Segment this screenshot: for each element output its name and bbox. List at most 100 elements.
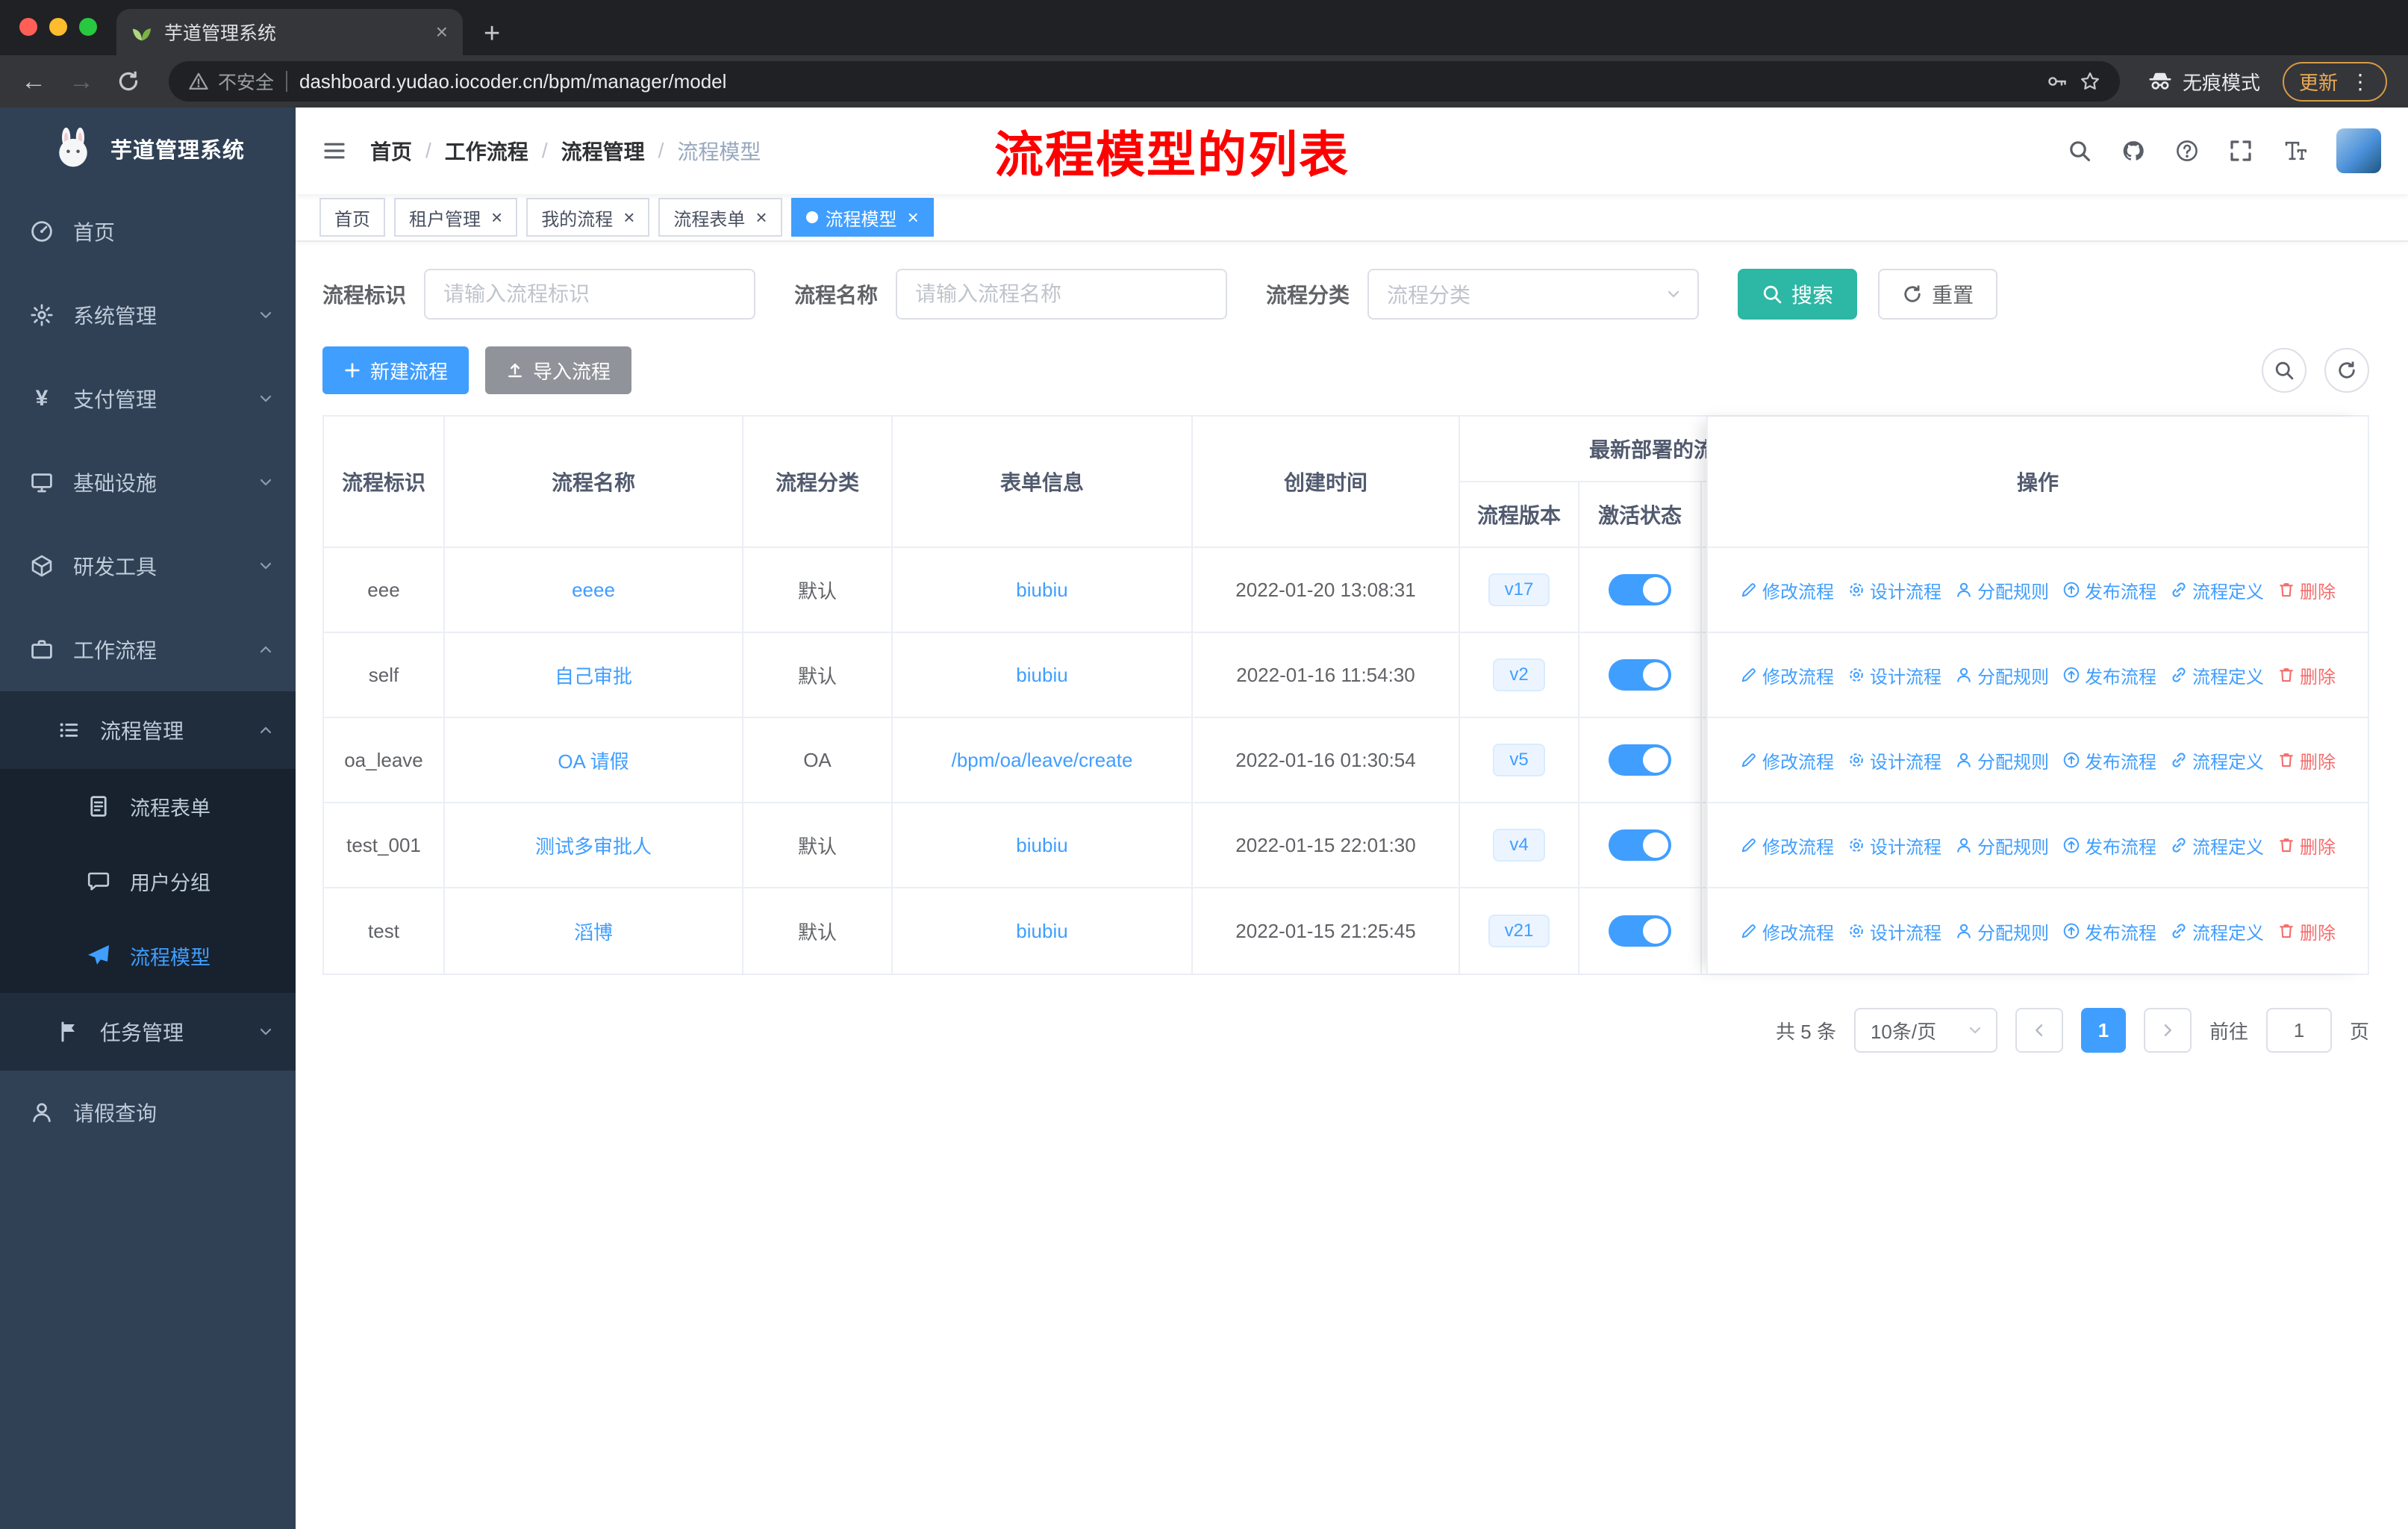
action-delete[interactable]: 删除 xyxy=(2277,747,2336,773)
browser-menu-icon[interactable]: ⋮ xyxy=(2350,69,2371,94)
chrome-update-button[interactable]: 更新 ⋮ xyxy=(2282,61,2387,102)
import-process-button[interactable]: 导入流程 xyxy=(485,346,632,394)
process-name-link[interactable]: 测试多审批人 xyxy=(535,832,652,859)
close-icon[interactable]: × xyxy=(908,208,919,227)
action-design[interactable]: 设计流程 xyxy=(1847,747,1941,773)
sidebar-item-system[interactable]: 系统管理 xyxy=(0,273,296,357)
action-delete[interactable]: 删除 xyxy=(2277,832,2336,859)
sidebar-item-task-management[interactable]: 任务管理 xyxy=(0,993,296,1071)
version-badge[interactable]: v4 xyxy=(1493,829,1545,862)
github-icon[interactable] xyxy=(2121,139,2145,163)
action-definition[interactable]: 流程定义 xyxy=(2170,918,2264,944)
goto-page-input[interactable] xyxy=(2265,1008,2332,1053)
sidebar-item-process-form[interactable]: 流程表单 xyxy=(0,769,296,844)
tag-process-form[interactable]: 流程表单 × xyxy=(658,198,782,237)
form-link[interactable]: biubiu xyxy=(1016,834,1067,857)
hamburger-icon[interactable] xyxy=(322,139,346,163)
sidebar-item-payment[interactable]: ¥ 支付管理 xyxy=(0,357,296,440)
reload-icon[interactable] xyxy=(116,69,140,93)
form-link[interactable]: biubiu xyxy=(1016,664,1067,687)
action-assign[interactable]: 分配规则 xyxy=(1955,918,2049,944)
action-edit[interactable]: 修改流程 xyxy=(1740,918,1834,944)
reset-button[interactable]: 重置 xyxy=(1878,269,1998,320)
page-size-select[interactable]: 10条/页 xyxy=(1853,1008,1997,1053)
action-edit[interactable]: 修改流程 xyxy=(1740,832,1834,859)
close-window-button[interactable] xyxy=(19,18,37,36)
prev-page-button[interactable] xyxy=(2015,1008,2063,1053)
version-badge[interactable]: v17 xyxy=(1488,573,1550,606)
back-icon[interactable]: ← xyxy=(21,69,46,94)
version-badge[interactable]: v21 xyxy=(1488,915,1550,947)
action-definition[interactable]: 流程定义 xyxy=(2170,662,2264,688)
active-toggle[interactable] xyxy=(1609,574,1671,605)
refresh-table-button[interactable] xyxy=(2324,348,2369,393)
action-publish[interactable]: 发布流程 xyxy=(2062,918,2156,944)
toggle-search-button[interactable] xyxy=(2262,348,2306,393)
form-link[interactable]: biubiu xyxy=(1016,579,1067,602)
active-toggle[interactable] xyxy=(1609,744,1671,776)
breadcrumb-process-management[interactable]: 流程管理 xyxy=(561,136,645,166)
tag-process-model[interactable]: 流程模型 × xyxy=(790,198,934,237)
action-definition[interactable]: 流程定义 xyxy=(2170,577,2264,603)
minimize-window-button[interactable] xyxy=(49,18,67,36)
form-link[interactable]: /bpm/oa/leave/create xyxy=(952,749,1133,772)
action-assign[interactable]: 分配规则 xyxy=(1955,832,2049,859)
process-name-link[interactable]: 自己审批 xyxy=(555,661,632,689)
action-delete[interactable]: 删除 xyxy=(2277,662,2336,688)
action-delete[interactable]: 删除 xyxy=(2277,577,2336,603)
process-name-link[interactable]: eeee xyxy=(572,579,615,602)
zoom-window-button[interactable] xyxy=(79,18,97,36)
breadcrumb-home[interactable]: 首页 xyxy=(370,136,412,166)
action-definition[interactable]: 流程定义 xyxy=(2170,747,2264,773)
sidebar-item-leave-query[interactable]: 请假查询 xyxy=(0,1071,296,1154)
question-icon[interactable] xyxy=(2175,139,2199,163)
action-publish[interactable]: 发布流程 xyxy=(2062,832,2156,859)
create-process-button[interactable]: 新建流程 xyxy=(322,346,470,394)
action-design[interactable]: 设计流程 xyxy=(1847,832,1941,859)
action-assign[interactable]: 分配规则 xyxy=(1955,747,2049,773)
avatar[interactable] xyxy=(2336,128,2381,173)
category-select[interactable]: 流程分类 xyxy=(1367,269,1700,320)
sidebar-item-infra[interactable]: 基础设施 xyxy=(0,440,296,524)
process-name-link[interactable]: 滔博 xyxy=(574,918,613,945)
tab-close-icon[interactable]: × xyxy=(436,22,448,43)
action-delete[interactable]: 删除 xyxy=(2277,918,2336,944)
form-link[interactable]: biubiu xyxy=(1016,920,1067,943)
font-size-icon[interactable] xyxy=(2283,139,2306,163)
key-icon[interactable] xyxy=(2047,71,2068,92)
action-design[interactable]: 设计流程 xyxy=(1847,662,1941,688)
action-publish[interactable]: 发布流程 xyxy=(2062,577,2156,603)
process-name-input[interactable] xyxy=(896,269,1228,320)
forward-icon[interactable]: → xyxy=(69,69,94,94)
active-toggle[interactable] xyxy=(1609,915,1671,947)
sidebar-item-process-management[interactable]: 流程管理 xyxy=(0,691,296,769)
browser-tab[interactable]: 芋道管理系统 × xyxy=(116,9,463,55)
close-icon[interactable]: × xyxy=(491,208,502,227)
active-toggle[interactable] xyxy=(1609,659,1671,691)
security-status[interactable]: 不安全 xyxy=(188,68,274,95)
tag-home[interactable]: 首页 xyxy=(319,198,385,237)
action-publish[interactable]: 发布流程 xyxy=(2062,747,2156,773)
action-assign[interactable]: 分配规则 xyxy=(1955,577,2049,603)
sidebar-item-process-model[interactable]: 流程模型 xyxy=(0,918,296,993)
bookmark-star-icon[interactable] xyxy=(2080,71,2100,92)
next-page-button[interactable] xyxy=(2143,1008,2192,1053)
action-definition[interactable]: 流程定义 xyxy=(2170,832,2264,859)
sidebar-item-devtools[interactable]: 研发工具 xyxy=(0,524,296,608)
action-assign[interactable]: 分配规则 xyxy=(1955,662,2049,688)
page-number-current[interactable]: 1 xyxy=(2080,1008,2126,1053)
fullscreen-icon[interactable] xyxy=(2229,139,2253,163)
close-icon[interactable]: × xyxy=(623,208,634,227)
sidebar-item-workflow[interactable]: 工作流程 xyxy=(0,608,296,691)
action-edit[interactable]: 修改流程 xyxy=(1740,747,1834,773)
tag-my-process[interactable]: 我的流程 × xyxy=(526,198,650,237)
new-tab-button[interactable]: + xyxy=(484,19,500,48)
url-bar[interactable]: 不安全 dashboard.yudao.iocoder.cn/bpm/manag… xyxy=(169,61,2120,102)
search-icon[interactable] xyxy=(2068,139,2092,163)
process-id-input[interactable] xyxy=(424,269,756,320)
version-badge[interactable]: v5 xyxy=(1493,744,1545,776)
search-button[interactable]: 搜索 xyxy=(1738,269,1858,320)
action-design[interactable]: 设计流程 xyxy=(1847,577,1941,603)
action-publish[interactable]: 发布流程 xyxy=(2062,662,2156,688)
close-icon[interactable]: × xyxy=(755,208,767,227)
